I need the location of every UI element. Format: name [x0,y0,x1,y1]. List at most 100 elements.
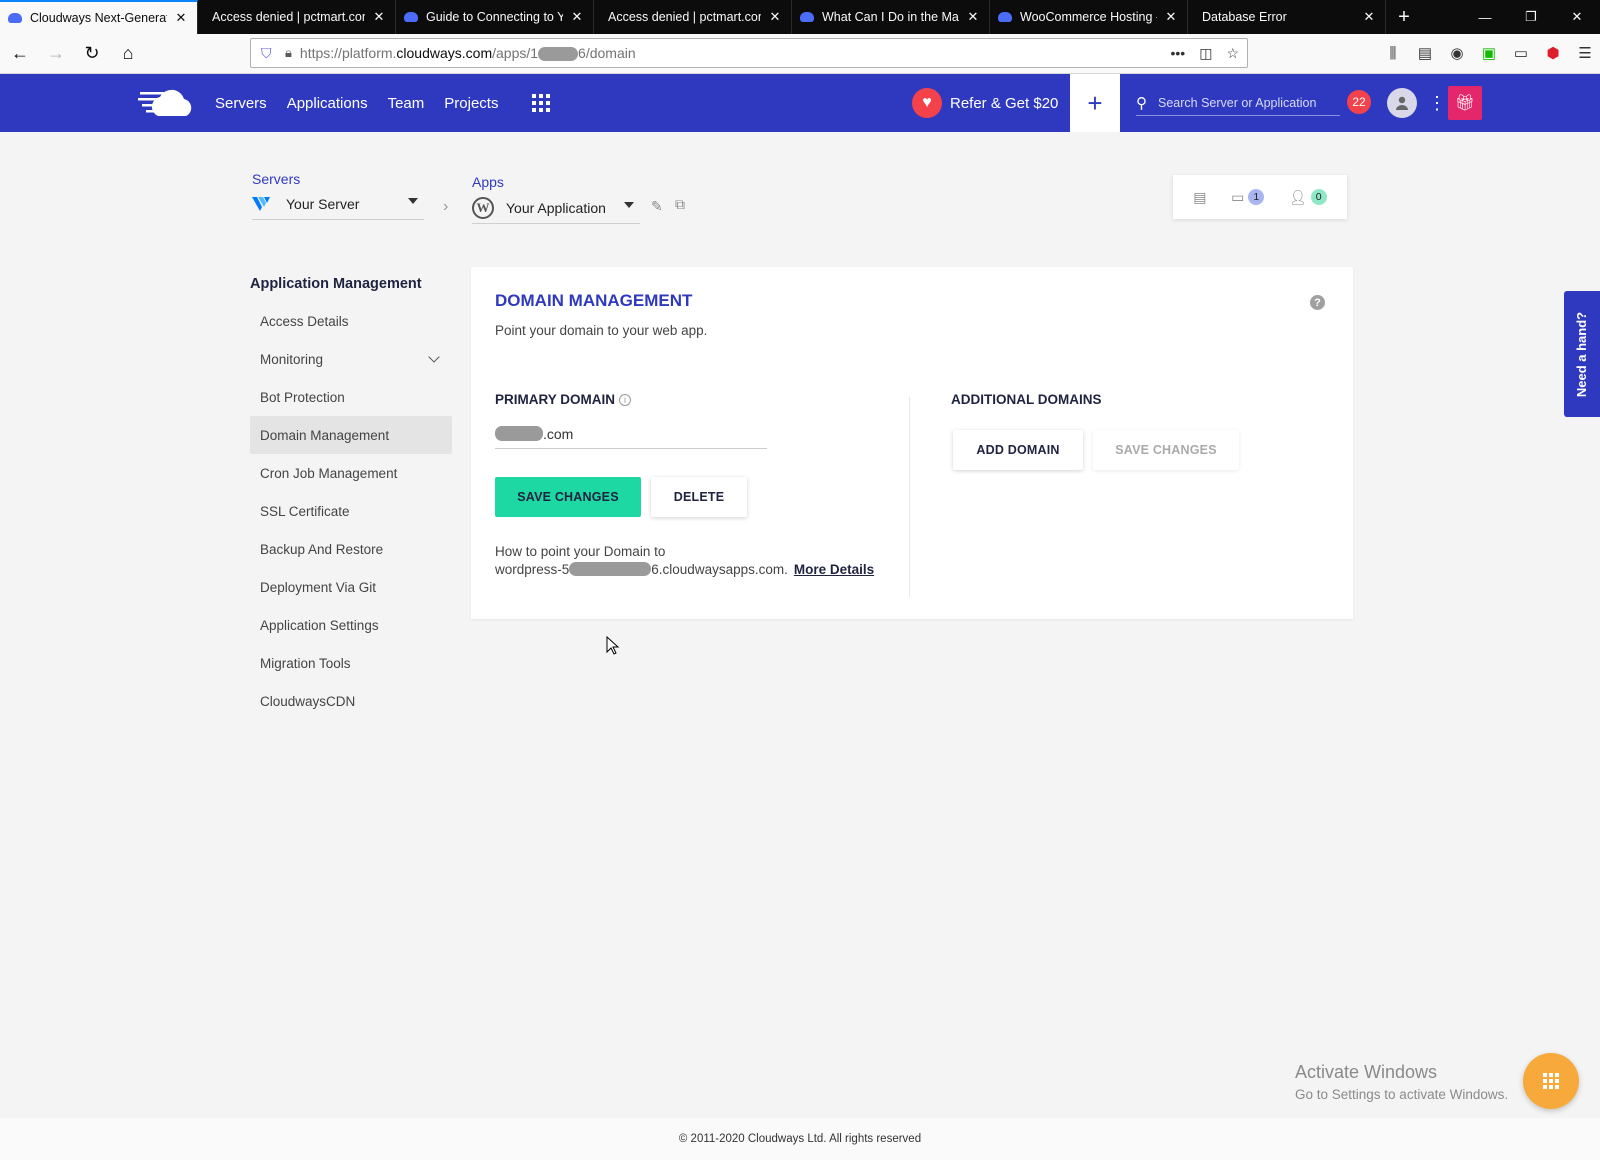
lock-icon[interactable]: 🔒︎ [285,45,292,61]
search-input[interactable] [1158,95,1338,110]
nav-applications[interactable]: Applications [287,95,368,112]
save-icon[interactable]: ▣ [1480,44,1498,62]
more-actions-icon[interactable]: ••• [1170,45,1185,61]
sidebar-item-backup-and-restore[interactable]: Backup And Restore [250,530,452,568]
close-icon[interactable]: ✕ [1361,9,1377,25]
nav-servers[interactable]: Servers [215,95,267,112]
need-a-hand-tab[interactable]: Need a hand? [1564,291,1600,417]
servers-link[interactable]: Servers [252,171,300,187]
server-list-stat[interactable]: ▤ [1193,189,1206,206]
chat-launcher-button[interactable] [1523,1053,1579,1109]
info-icon[interactable]: i [619,394,632,406]
sidebar-item-ssl-certificate[interactable]: SSL Certificate [250,492,452,530]
back-arrow-icon[interactable]: ← [4,38,36,70]
cloudways-favicon-icon [404,12,418,22]
close-icon[interactable]: ✕ [1163,9,1179,25]
heart-icon: ♥ [912,88,942,118]
more-details-link[interactable]: More Details [794,562,874,577]
sidebar-item-monitoring[interactable]: Monitoring [250,340,452,378]
library-icon[interactable]: ⫼ [1384,45,1402,62]
browser-toolbar: ← → ↻ ⌂ ⛉ 🔒︎ https://platform.cloudways.… [0,34,1600,74]
restore-icon[interactable]: ❐ [1508,0,1554,34]
sidebar-item-label: CloudwaysCDN [260,693,356,709]
sidebar-item-application-settings[interactable]: Application Settings [250,606,452,644]
close-icon[interactable]: ✕ [767,9,783,25]
server-selector[interactable]: Your Server [252,188,424,220]
sidebar-item-label: Deployment Via Git [260,579,377,595]
browser-tab[interactable]: What Can I Do in the Man ✕ [792,0,990,34]
browser-tab[interactable]: Access denied | pctmart.com ✕ [594,0,792,34]
users-stat[interactable]: 👤︎ 0 [1289,189,1327,206]
folders-stat[interactable]: ▭ 1 [1231,189,1265,206]
adblock-icon[interactable]: ⬢ [1544,44,1562,62]
reload-icon[interactable]: ↻ [76,38,108,70]
sidebar-item-label: Monitoring [260,351,324,367]
folder-icon[interactable]: ▭ [1512,44,1530,62]
close-window-icon[interactable]: ✕ [1554,0,1600,34]
apps-grid-icon[interactable] [532,94,550,112]
delete-button[interactable]: DELETE [651,477,747,517]
more-menu-icon[interactable]: ⋮ [1428,92,1446,114]
help-icon[interactable]: ? [1310,295,1325,310]
add-button[interactable]: + [1070,74,1120,132]
new-tab-button[interactable]: + [1386,0,1422,34]
browser-tab[interactable]: Database Error ✕ [1188,0,1386,34]
add-domain-button[interactable]: ADD DOMAIN [953,430,1083,470]
sidebar-item-domain-management[interactable]: Domain Management [250,416,452,454]
avatar[interactable] [1387,88,1417,118]
notification-badge[interactable]: 22 [1347,90,1371,114]
home-icon[interactable]: ⌂ [112,38,144,70]
external-link-icon[interactable]: ⧉ [675,196,685,213]
account-icon[interactable]: ◉ [1448,44,1466,62]
sidebar-item-label: Domain Management [260,427,390,443]
user-icon: 👤︎ [1288,188,1307,205]
minimize-icon[interactable]: — [1462,0,1508,34]
pocket-icon[interactable]: ◫ [1199,45,1212,62]
sidebar-item-label: Migration Tools [260,655,351,671]
app-name: Your Application [506,199,606,216]
wordpress-icon: W [472,196,494,219]
close-icon[interactable]: ✕ [569,9,585,25]
cloudways-favicon-icon [8,13,22,23]
gift-icon[interactable]: 🎁︎ [1448,86,1482,120]
hamburger-menu-icon[interactable]: ☰ [1576,44,1594,62]
app-stats-panel: ▤ ▭ 1 👤︎ 0 [1173,175,1347,219]
sidebar-item-migration-tools[interactable]: Migration Tools [250,644,452,682]
refer-button[interactable]: ♥ Refer & Get $20 [912,88,1058,118]
reader-view-icon[interactable]: ▤ [1416,44,1434,62]
sidebar-item-cloudwayscdn[interactable]: CloudwaysCDN [250,682,452,720]
additional-save-changes-button[interactable]: SAVE CHANGES [1093,430,1239,470]
app-selector[interactable]: W Your Application [472,192,640,224]
nav-projects[interactable]: Projects [444,95,498,112]
vultr-icon [252,196,270,211]
nav-team[interactable]: Team [388,95,425,112]
sidebar-item-bot-protection[interactable]: Bot Protection [250,378,452,416]
shield-icon[interactable]: ⛉ [261,45,275,61]
bookmark-star-icon[interactable]: ☆ [1226,45,1239,62]
forward-arrow-icon[interactable]: → [40,38,72,70]
redaction [569,562,652,576]
browser-tab[interactable]: Cloudways Next-Generatio ✕ [0,0,198,34]
browser-tab[interactable]: Guide to Connecting to Yo ✕ [396,0,594,34]
pencil-icon[interactable]: ✎ [651,198,663,215]
sidebar-item-access-details[interactable]: Access Details [250,302,452,340]
cloudways-logo[interactable] [138,86,198,120]
apps-link[interactable]: Apps [472,174,504,190]
primary-domain-field[interactable]: .com [495,419,767,449]
close-icon[interactable]: ✕ [371,9,387,25]
save-changes-button[interactable]: SAVE CHANGES [495,477,641,517]
browser-tab[interactable]: Access denied | pctmart.com ✕ [198,0,396,34]
chevron-down-icon[interactable] [428,351,440,363]
address-bar[interactable]: ⛉ 🔒︎ https://platform.cloudways.com/apps… [250,38,1248,68]
tab-label: What Can I Do in the Man [822,10,959,24]
browser-tab[interactable]: WooCommerce Hosting - ✕ [990,0,1188,34]
tab-label: Access denied | pctmart.com [608,10,761,24]
sidebar-item-cron-job-management[interactable]: Cron Job Management [250,454,452,492]
users-count: 0 [1310,189,1327,205]
sidebar-item-deployment-via-git[interactable]: Deployment Via Git [250,568,452,606]
primary-domain-heading: PRIMARY DOMAIN i [495,392,632,407]
folders-count: 1 [1248,189,1265,205]
close-icon[interactable]: ✕ [173,10,189,26]
close-icon[interactable]: ✕ [965,9,981,25]
chevron-right-icon: › [443,198,449,215]
